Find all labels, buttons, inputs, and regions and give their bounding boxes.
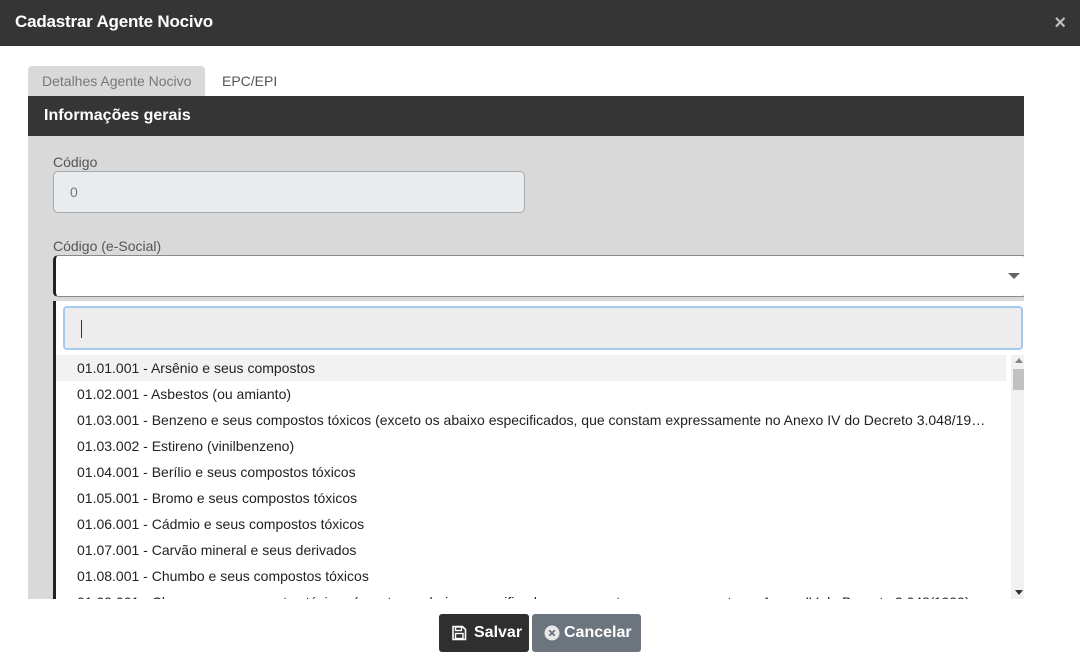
list-item[interactable]: 01.03.001 - Benzeno e seus compostos tóx… [56,407,1006,433]
save-label: Salvar [474,624,523,641]
dropdown-scrollbar[interactable] [1011,355,1024,599]
save-button[interactable]: Salvar [439,614,529,652]
select-dropdown: 01.01.001 - Arsênio e seus compostos 01.… [53,301,1024,599]
section-header: Informações gerais [28,96,1024,136]
floppy-disk-icon [452,625,467,641]
modal-header: Cadastrar Agente Nocivo × [0,0,1080,46]
section-title: Informações gerais [44,107,191,124]
list-item[interactable]: 01.08.001 - Chumbo e seus compostos tóxi… [56,563,1006,589]
scroll-down-icon[interactable] [1015,590,1023,595]
list-item[interactable]: 01.07.001 - Carvão mineral e seus deriva… [56,537,1006,563]
list-item[interactable]: 01.05.001 - Bromo e seus compostos tóxic… [56,485,1006,511]
list-item[interactable]: 01.03.002 - Estireno (vinilbenzeno) [56,433,1006,459]
modal-title: Cadastrar Agente Nocivo [15,12,213,31]
tab-bar: Detalhes Agente Nocivo EPC/EPI [28,66,1024,96]
codigo-label: Código [53,154,98,170]
codigo-esocial-label: Código (e-Social) [53,238,162,254]
list-item[interactable]: 01.01.001 - Arsênio e seus compostos [56,355,1006,381]
circle-x-icon [544,625,560,641]
list-item[interactable]: 01.09.001 - Cloro e seus compostos tóxic… [56,589,1006,599]
cancel-label: Cancelar [564,624,632,641]
list-item[interactable]: 01.02.001 - Asbestos (ou amianto) [56,381,1006,407]
tab-detalhes[interactable]: Detalhes Agente Nocivo [28,66,206,96]
codigo-esocial-select[interactable] [53,255,1024,297]
scrollbar-thumb[interactable] [1013,369,1024,390]
codigo-field: 0 [53,171,525,213]
tab-epc-epi[interactable]: EPC/EPI [208,66,291,96]
options-list: 01.01.001 - Arsênio e seus compostos 01.… [56,355,1009,599]
close-icon[interactable]: × [1054,13,1066,33]
scroll-up-icon[interactable] [1015,358,1023,363]
list-item[interactable]: 01.06.001 - Cádmio e seus compostos tóxi… [56,511,1006,537]
text-cursor [81,320,82,338]
dropdown-search-input[interactable] [63,306,1023,350]
list-item[interactable]: 01.04.001 - Berílio e seus compostos tóx… [56,459,1006,485]
cancel-button[interactable]: Cancelar [532,614,641,652]
chevron-down-icon[interactable] [1008,273,1020,279]
form-panel: Informações gerais Código 0 Código (e-So… [28,96,1024,599]
modal-dialog: Cadastrar Agente Nocivo × Detalhes Agent… [0,0,1080,665]
